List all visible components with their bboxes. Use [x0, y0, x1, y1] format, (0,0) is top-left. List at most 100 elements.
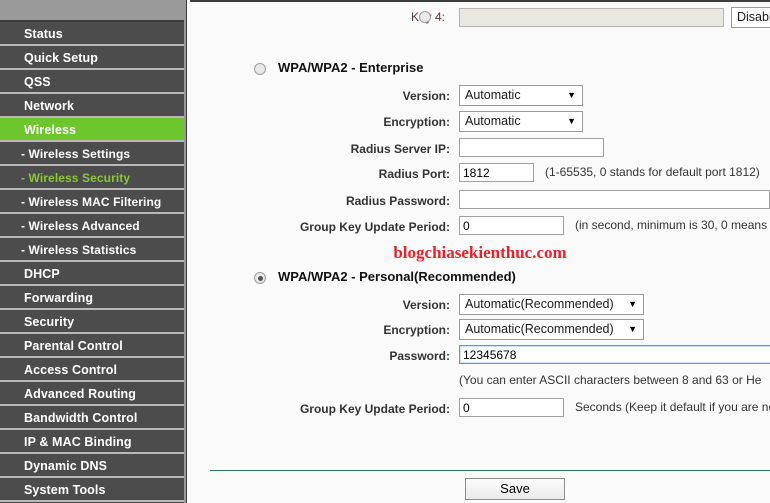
personal-group-key-input[interactable] — [459, 398, 564, 417]
sidebar-item-wireless[interactable]: Wireless — [0, 118, 184, 142]
enterprise-encryption-select[interactable]: Automatic ▼ — [459, 111, 583, 132]
sidebar-item-wireless-statistics[interactable]: - Wireless Statistics — [0, 238, 184, 262]
radius-password-input[interactable] — [459, 190, 770, 209]
sidebar-item-quick-setup[interactable]: Quick Setup — [0, 46, 184, 70]
radius-port-label: Radius Port: — [378, 167, 450, 181]
radius-server-ip-label: Radius Server IP: — [350, 142, 450, 156]
key4-label: Key 4: — [411, 10, 445, 24]
sidebar-header-strip — [0, 0, 184, 22]
sidebar-item-access-control[interactable]: Access Control — [0, 358, 184, 382]
radius-port-row: Radius Port: (1-65535, 0 stands for defa… — [190, 163, 770, 185]
personal-encryption-select[interactable]: Automatic(Recommended) ▼ — [459, 319, 644, 340]
sidebar-item-label: - Wireless Statistics — [21, 243, 137, 257]
sidebar-item-label: Wireless — [24, 123, 77, 137]
sidebar-item-label: DHCP — [24, 267, 60, 281]
enterprise-encryption-label: Encryption: — [383, 115, 450, 129]
sidebar-edge-dark — [186, 0, 187, 503]
chevron-down-icon: ▼ — [628, 299, 637, 309]
key4-radio[interactable] — [419, 11, 431, 23]
sidebar-item-wireless-mac-filtering[interactable]: - Wireless MAC Filtering — [0, 190, 184, 214]
wireless-security-form: Key 4: Disabled WPA/WPA2 - Enterprise Ve… — [190, 0, 770, 503]
sidebar-item-status[interactable]: Status — [0, 22, 184, 46]
enterprise-version-select[interactable]: Automatic ▼ — [459, 85, 583, 106]
enterprise-version-label: Version: — [402, 89, 450, 103]
sidebar-item-wireless-security[interactable]: - Wireless Security — [0, 166, 184, 190]
sidebar-item-label: Status — [24, 27, 63, 41]
enterprise-section-title: WPA/WPA2 - Enterprise — [278, 60, 424, 75]
chevron-down-icon: ▼ — [567, 116, 576, 126]
router-admin-page: Status Quick Setup QSS Network Wireless - Wir… — [0, 0, 770, 503]
personal-version-select-value: Automatic(Recommended) — [465, 297, 614, 311]
sidebar-item-label: QSS — [24, 75, 51, 89]
sidebar-item-forwarding[interactable]: Forwarding — [0, 286, 184, 310]
sidebar-item-label: Security — [24, 315, 75, 329]
radius-port-input[interactable] — [459, 163, 534, 182]
sidebar-item-wireless-advanced[interactable]: - Wireless Advanced — [0, 214, 184, 238]
enterprise-group-key-input[interactable] — [459, 216, 564, 235]
key4-row: Key 4: Disabled — [190, 6, 770, 28]
watermark-text: blogchiasekienthuc.com — [190, 243, 770, 263]
personal-version-label: Version: — [402, 298, 450, 312]
sidebar-item-security[interactable]: Security — [0, 310, 184, 334]
personal-section-title: WPA/WPA2 - Personal(Recommended) — [278, 269, 516, 284]
sidebar-navigation: Status Quick Setup QSS Network Wireless - Wir… — [0, 0, 184, 503]
enterprise-version-row: Version: Automatic ▼ — [190, 85, 770, 107]
sidebar-item-ip-mac-binding[interactable]: IP & MAC Binding — [0, 430, 184, 454]
personal-encryption-select-value: Automatic(Recommended) — [465, 322, 614, 336]
enterprise-group-key-label: Group Key Update Period: — [299, 220, 450, 234]
sidebar-item-label: Bandwidth Control — [24, 411, 138, 425]
personal-password-hint: (You can enter ASCII characters between … — [459, 373, 762, 387]
key4-type-select-value: Disabled — [737, 10, 770, 24]
watermark-label: blogchiasekienthuc.com — [393, 243, 567, 262]
personal-encryption-label: Encryption: — [383, 323, 450, 337]
sidebar-item-label: - Wireless Security — [21, 171, 131, 185]
enterprise-group-key-hint: (in second, minimum is 30, 0 means n — [575, 218, 770, 232]
sidebar-item-label: Access Control — [24, 363, 118, 377]
sidebar-item-system-tools[interactable]: System Tools — [0, 478, 184, 502]
sidebar-item-label: Forwarding — [24, 291, 94, 305]
enterprise-encryption-row: Encryption: Automatic ▼ — [190, 111, 770, 133]
personal-encryption-row: Encryption: Automatic(Recommended) ▼ — [190, 319, 770, 341]
personal-version-row: Version: Automatic(Recommended) ▼ — [190, 294, 770, 316]
sidebar-item-network[interactable]: Network — [0, 94, 184, 118]
sidebar-item-label: - Wireless Advanced — [21, 219, 140, 233]
enterprise-group-key-row: Group Key Update Period: (in second, min… — [190, 216, 770, 238]
personal-group-key-hint: Seconds (Keep it default if you are no — [575, 400, 770, 414]
key4-type-select[interactable]: Disabled — [731, 7, 770, 28]
sidebar-item-label: Dynamic DNS — [24, 459, 108, 473]
sidebar-item-label: Quick Setup — [24, 51, 99, 65]
sidebar-item-wireless-settings[interactable]: - Wireless Settings — [0, 142, 184, 166]
personal-password-label: Password: — [389, 349, 450, 363]
personal-password-input[interactable] — [459, 345, 770, 364]
save-button[interactable]: Save — [465, 478, 565, 500]
personal-radio[interactable] — [254, 272, 266, 284]
sidebar-item-label: - Wireless MAC Filtering — [21, 195, 162, 209]
chevron-down-icon: ▼ — [628, 324, 637, 334]
sidebar-item-label: System Tools — [24, 483, 106, 497]
sidebar-item-label: Advanced Routing — [24, 387, 137, 401]
personal-group-key-row: Group Key Update Period: Seconds (Keep i… — [190, 398, 770, 420]
sidebar-item-label: Network — [24, 99, 75, 113]
sidebar-item-advanced-routing[interactable]: Advanced Routing — [0, 382, 184, 406]
sidebar-item-parental-control[interactable]: Parental Control — [0, 334, 184, 358]
radius-port-hint: (1-65535, 0 stands for default port 1812… — [545, 165, 760, 179]
footer-divider — [210, 470, 770, 471]
sidebar-item-list: Status Quick Setup QSS Network Wireless - Wir… — [0, 22, 184, 502]
sidebar-item-label: - Wireless Settings — [21, 147, 131, 161]
content-top-divider — [190, 0, 770, 2]
personal-password-row: Password: — [190, 345, 770, 367]
key4-value-input[interactable] — [459, 8, 724, 27]
sidebar-item-dhcp[interactable]: DHCP — [0, 262, 184, 286]
sidebar-item-label: Parental Control — [24, 339, 123, 353]
sidebar-item-bandwidth-control[interactable]: Bandwidth Control — [0, 406, 184, 430]
sidebar-item-label: IP & MAC Binding — [24, 435, 132, 449]
radius-server-ip-row: Radius Server IP: — [190, 138, 770, 160]
enterprise-version-select-value: Automatic — [465, 88, 521, 102]
sidebar-item-qss[interactable]: QSS — [0, 70, 184, 94]
enterprise-encryption-select-value: Automatic — [465, 114, 521, 128]
personal-group-key-label: Group Key Update Period: — [299, 402, 450, 416]
radius-server-ip-input[interactable] — [459, 138, 604, 157]
sidebar-item-dynamic-dns[interactable]: Dynamic DNS — [0, 454, 184, 478]
personal-version-select[interactable]: Automatic(Recommended) ▼ — [459, 294, 644, 315]
enterprise-radio[interactable] — [254, 63, 266, 75]
